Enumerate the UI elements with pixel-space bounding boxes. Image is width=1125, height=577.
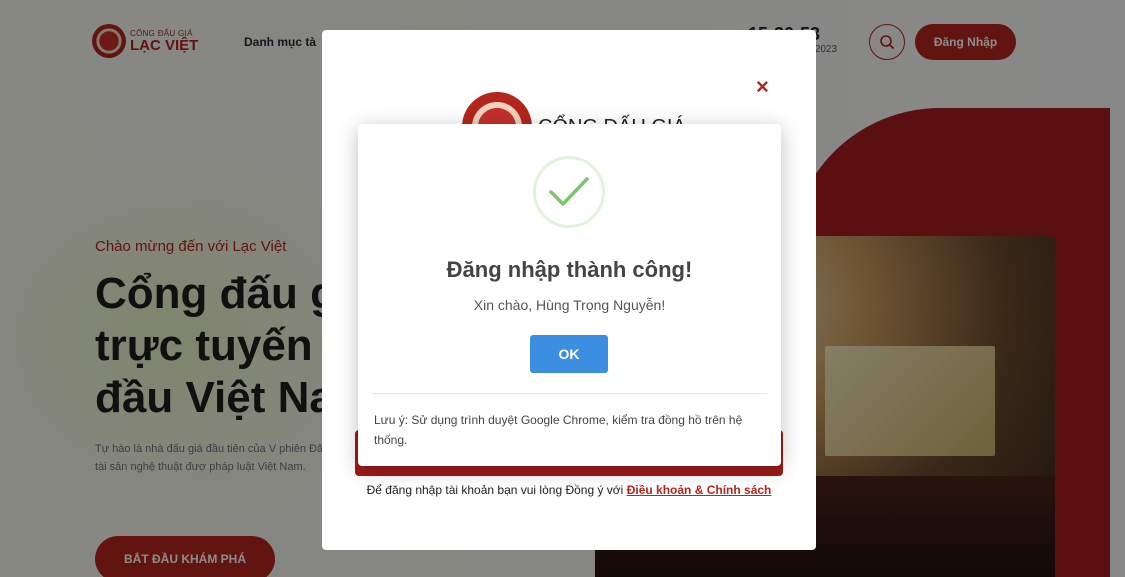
login-success-dialog: Đăng nhập thành công! Xin chào, Hùng Trọ… (358, 124, 781, 466)
login-modal-close-icon[interactable]: × (756, 76, 769, 98)
check-icon (549, 177, 589, 206)
terms-link[interactable]: Điều khoản & Chính sách (627, 483, 772, 497)
success-message: Xin chào, Hùng Trọng Nguyễn! (473, 297, 666, 313)
success-check-icon (533, 156, 605, 228)
success-title: Đăng nhập thành công! (446, 257, 693, 282)
ok-button[interactable]: OK (530, 335, 608, 373)
success-note: Lưu ý: Sử dụng trình duyệt Google Chrome… (374, 413, 743, 447)
login-terms: Để đăng nhập tài khoản bạn vui lòng Đồng… (350, 481, 788, 499)
terms-prefix: Để đăng nhập tài khoản bạn vui lòng Đồng… (366, 483, 624, 497)
dialog-divider (372, 393, 767, 394)
